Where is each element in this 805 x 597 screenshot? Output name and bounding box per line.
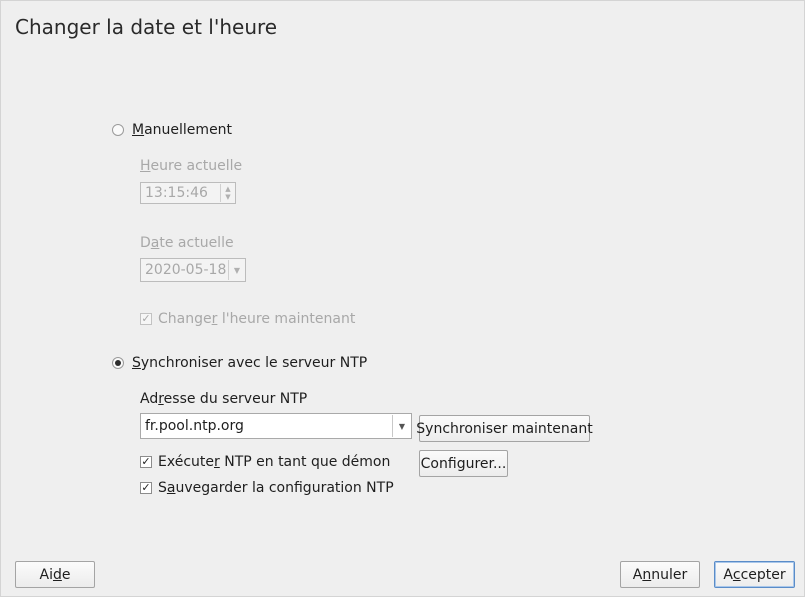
change-now-label: Changer l'heure maintenant [158, 311, 356, 327]
chevron-down-icon[interactable]: ▼ [392, 415, 411, 437]
current-date-combo[interactable]: 2020-05-18 ▼ [140, 258, 246, 282]
run-daemon-checkbox[interactable]: ✓ [140, 456, 152, 468]
sync-now-button[interactable]: Synchroniser maintenant [416, 415, 593, 442]
help-button[interactable]: Ai d e [15, 561, 95, 588]
current-time-label: Heure actuelle [140, 158, 243, 174]
save-config-checkbox[interactable]: ✓ [140, 482, 152, 494]
ntp-server-label: Adresse du serveur NTP [140, 391, 308, 407]
ntp-radio-label: Synchroniser avec le serveur NTP [132, 355, 368, 371]
current-time-value: 13:15:46 [145, 185, 208, 201]
manual-radio[interactable] [112, 124, 124, 136]
current-date-value: 2020-05-18 [145, 262, 227, 278]
current-date-label: Date actuelle [140, 235, 234, 251]
cancel-button[interactable]: An nuler [620, 561, 700, 588]
ntp-server-combo[interactable]: fr.pool.ntp.org ▼ [140, 413, 412, 439]
ntp-server-input[interactable]: fr.pool.ntp.org [141, 418, 392, 434]
save-config-label: Sauvegarder la configuration NTP [158, 480, 394, 496]
spin-up-icon[interactable]: ▲ [225, 185, 230, 193]
run-daemon-row[interactable]: ✓ Exécuter NTP en tant que démon [140, 454, 390, 470]
ntp-radio[interactable] [112, 357, 124, 369]
configure-button[interactable]: Configurer... [419, 450, 508, 477]
accept-button[interactable]: Ac cepter [714, 561, 795, 588]
save-config-row[interactable]: ✓ Sauvegarder la configuration NTP [140, 480, 394, 496]
ntp-radio-row[interactable]: Synchroniser avec le serveur NTP [112, 355, 367, 371]
spin-down-icon[interactable]: ▼ [225, 193, 230, 201]
change-now-checkbox[interactable]: ✓ [140, 313, 152, 325]
change-now-row[interactable]: ✓ Changer l'heure maintenant [140, 311, 355, 327]
manual-radio-label: Manuellement [132, 122, 233, 138]
dialog-window: Changer la date et l'heure Manuellement … [0, 0, 805, 597]
manual-radio-row[interactable]: Manuellement [112, 122, 232, 138]
current-time-spinbox[interactable]: 13:15:46 ▲ ▼ [140, 182, 236, 204]
page-title: Changer la date et l'heure [15, 15, 278, 39]
run-daemon-label: Exécuter NTP en tant que démon [158, 454, 391, 470]
spin-arrows[interactable]: ▲ ▼ [220, 184, 235, 202]
chevron-down-icon[interactable]: ▼ [228, 260, 245, 280]
